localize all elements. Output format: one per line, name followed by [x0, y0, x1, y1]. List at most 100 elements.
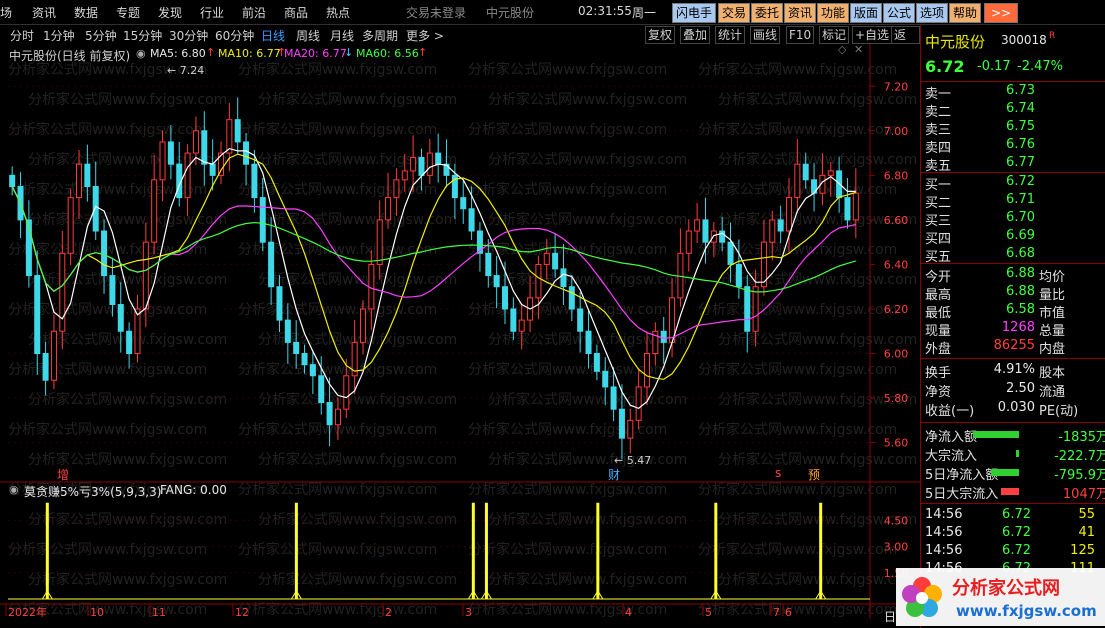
event-marker-finance[interactable]: 财	[608, 466, 620, 483]
ma10-label: MA10: 6.77	[218, 47, 281, 60]
candle-body	[735, 263, 742, 288]
add-watchlist-button[interactable]: +自选	[852, 26, 893, 44]
menu-item-frontier[interactable]: 前沿	[242, 4, 266, 21]
watermark-text: 分析家公式网www.fxjgsw.com	[238, 121, 437, 138]
stat-label: 换手	[925, 366, 952, 381]
candle-body	[385, 197, 392, 221]
flow-value: 1047万	[1062, 487, 1105, 502]
back-button[interactable]: 返回	[891, 26, 920, 58]
overlay-button[interactable]: 叠加	[680, 26, 711, 44]
price-axis-tick: 6.80	[884, 169, 909, 182]
stat-label-2: 均价	[1039, 270, 1066, 285]
flow-label: 大宗流入	[925, 449, 978, 464]
stat-label: 现量	[925, 324, 952, 339]
watermark-text: 分析家公式网www.fxjgsw.com	[718, 91, 917, 108]
quote-row: 外盘 86255 内盘	[925, 338, 1105, 357]
quote-row: 卖一 6.73	[925, 83, 1105, 102]
watermark-text: 分析家公式网www.fxjgsw.com	[468, 361, 667, 378]
trade-button[interactable]: 交易	[718, 3, 751, 23]
news-button[interactable]: 资讯	[784, 3, 817, 23]
candle-body	[543, 252, 550, 265]
stat-label-2: 总量	[1039, 324, 1066, 339]
candle-body	[75, 163, 83, 199]
clock: 02:31:55	[578, 4, 632, 18]
formula-button[interactable]: 公式	[883, 3, 916, 23]
ask-price: 6.76	[1006, 137, 1035, 152]
menu-item-news[interactable]: 资讯	[32, 4, 56, 21]
flow-value: -1835万	[1058, 430, 1105, 445]
indicator-settings-icon[interactable]: ◉	[9, 483, 19, 496]
watermark-text: 分析家公式网www.fxjgsw.com	[488, 451, 687, 468]
menu-item-industry[interactable]: 行业	[200, 4, 224, 21]
stat-label-2: 内盘	[1039, 342, 1066, 357]
candle-body	[84, 163, 91, 187]
more-button[interactable]: >>	[984, 3, 1018, 23]
watermark-text: 分析家公式网www.fxjgsw.com	[28, 271, 227, 288]
help-button[interactable]: 帮助	[949, 3, 982, 23]
watermark-text: 分析家公式网www.fxjgsw.com	[468, 421, 667, 438]
menu-item-hot[interactable]: 热点	[326, 4, 350, 21]
function-button[interactable]: 功能	[817, 3, 850, 23]
menu-item-market[interactable]: 场	[0, 4, 12, 21]
bid-level-label: 买二	[925, 196, 952, 211]
menu-item-commodity[interactable]: 商品	[284, 4, 308, 21]
watermark-text: 分析家公式网www.fxjgsw.com	[258, 571, 457, 588]
candle-body	[9, 174, 16, 187]
price-axis-tick: 6.60	[884, 214, 909, 227]
flow-bar	[973, 431, 1019, 438]
period-tab-monthly[interactable]: 月线	[330, 27, 354, 44]
candle-body	[410, 157, 417, 172]
candle-body	[518, 319, 525, 332]
statistics-button[interactable]: 统计	[715, 26, 746, 44]
options-button[interactable]: 选项	[916, 3, 949, 23]
menu-item-data[interactable]: 数据	[74, 4, 98, 21]
watermark-text: 分析家公式网www.fxjgsw.com	[698, 481, 897, 498]
event-marker-s[interactable]: s	[775, 466, 781, 480]
watermark-text: 分析家公式网www.fxjgsw.com	[488, 91, 687, 108]
quote-row: 净资 2.50 流通	[925, 381, 1105, 400]
event-marker-increase[interactable]: 增	[57, 466, 69, 483]
layout-button[interactable]: 版面	[850, 3, 883, 23]
date-axis-label: 12	[235, 606, 249, 619]
diamond-icon[interactable]: ◇	[838, 44, 847, 56]
f10-button[interactable]: F10	[786, 26, 815, 44]
period-tab-60min[interactable]: 60分钟	[215, 27, 254, 44]
period-tab-15min[interactable]: 15分钟	[123, 27, 162, 44]
watermark-text: 分析家公式网www.fxjgsw.com	[698, 361, 897, 378]
watermark-text: 分析家公式网www.fxjgsw.com	[8, 121, 207, 138]
candle-body	[602, 370, 609, 388]
menu-item-topics[interactable]: 专题	[116, 4, 140, 21]
watermark-text: 分析家公式网www.fxjgsw.com	[698, 541, 897, 558]
period-tab-daily[interactable]: 日线	[261, 27, 285, 44]
stat-value: 2.50	[1006, 381, 1035, 396]
event-marker-forecast[interactable]: 预	[808, 466, 820, 483]
stat-label-2: 市值	[1039, 306, 1066, 321]
period-tab-weekly[interactable]: 周线	[296, 27, 320, 44]
quote-row: 14:56 6.72 41	[925, 525, 1105, 543]
tick-time: 14:56	[925, 507, 963, 522]
flash-trade-button[interactable]: 闪电手	[672, 3, 717, 23]
period-tab-more[interactable]: 更多 >	[406, 27, 444, 44]
period-tab-30min[interactable]: 30分钟	[169, 27, 208, 44]
period-tab-intraday[interactable]: 分时	[10, 27, 34, 44]
ask-level-label: 卖二	[925, 105, 952, 120]
candle-body	[251, 163, 258, 199]
period-tab-multi[interactable]: 多周期	[362, 27, 398, 44]
price-axis-tick: 7.20	[884, 80, 909, 93]
ma20-label: MA20: 6.77	[284, 47, 347, 60]
period-tab-5min[interactable]: 5分钟	[85, 27, 117, 44]
order-button[interactable]: 委托	[751, 3, 784, 23]
period-tab-1min[interactable]: 1分钟	[43, 27, 75, 44]
adjust-button[interactable]: 复权	[645, 26, 676, 44]
close-icon[interactable]: ✕	[854, 44, 863, 56]
draw-line-button[interactable]: 画线	[750, 26, 781, 44]
quote-row: 卖五 6.77	[925, 155, 1105, 174]
mark-button[interactable]: 标记	[819, 26, 850, 44]
kline-chart[interactable]: 分析家公式网www.fxjgsw.com 分析家公式网www.fxjgsw.com…	[0, 44, 920, 628]
watermark-text: 分析家公式网www.fxjgsw.com	[258, 391, 457, 408]
menu-bar: 场 资讯 数据 专题 发现 行业 前沿 商品 热点 交易未登录 中元股份 02:…	[0, 0, 1105, 25]
date-axis-label: 10	[90, 606, 104, 619]
menu-item-discover[interactable]: 发现	[158, 4, 182, 21]
stat-label: 最高	[925, 288, 952, 303]
chart-settings-icon[interactable]: ◉	[136, 47, 146, 60]
